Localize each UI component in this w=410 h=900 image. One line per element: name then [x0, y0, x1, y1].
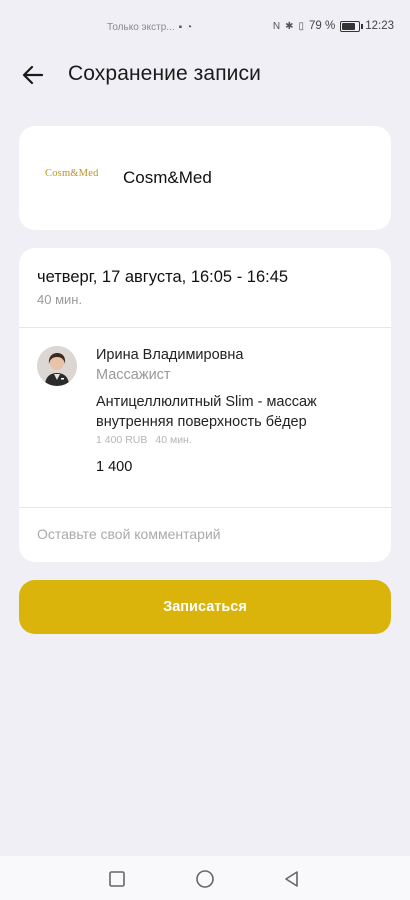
- clock: 12:23: [365, 20, 394, 32]
- circle-icon: [196, 870, 214, 888]
- vibrate-icon: ▯: [298, 20, 304, 32]
- square-icon: [109, 871, 125, 887]
- notification-icon: ▪: [178, 22, 183, 33]
- status-bar: Только экстр... ▪ ◔ N ✱ ▯ 79 % 12:23: [0, 0, 410, 56]
- specialist-name: Ирина Владимировна: [96, 347, 244, 363]
- specialist-photo: [37, 346, 77, 386]
- salon-card[interactable]: Cosm&Med Cosm&Med: [19, 126, 391, 230]
- header: Сохранение записи: [0, 56, 410, 96]
- triangle-back-icon: [285, 871, 298, 887]
- service-meta: 1 400 RUB 40 мин.: [96, 434, 192, 446]
- recent-apps-button[interactable]: [107, 869, 127, 889]
- system-icons: N ✱ ▯ 79 % 12:23: [273, 20, 394, 32]
- page-title: Сохранение записи: [68, 62, 261, 85]
- divider: [19, 507, 391, 508]
- booking-date-time: четверг, 17 августа, 16:05 - 16:45: [37, 268, 289, 286]
- home-button[interactable]: [195, 869, 215, 889]
- service-price: 1 400 RUB: [96, 434, 148, 446]
- book-button[interactable]: Записаться: [19, 580, 391, 634]
- avatar: [37, 346, 77, 386]
- salon-name: Cosm&Med: [123, 168, 212, 187]
- system-navigation-bar: [0, 856, 410, 900]
- nfc-icon: N: [272, 20, 281, 32]
- service-name: Антицеллюлитный Slim - массаж внутренняя…: [96, 394, 317, 430]
- battery-fill: [342, 22, 355, 30]
- battery-percent: 79 %: [309, 20, 336, 32]
- specialist-role: Массажист: [96, 367, 171, 383]
- back-button[interactable]: [20, 62, 46, 88]
- notification-area: Только экстр... ▪ ◔: [107, 22, 192, 33]
- service-duration: 40 мин.: [155, 434, 192, 446]
- service-total: 1 400: [96, 459, 133, 475]
- wifi-off-icon: ◔: [186, 22, 193, 33]
- comment-input[interactable]: [37, 522, 373, 546]
- notification-text: Только экстр...: [107, 22, 175, 33]
- battery-icon: [340, 20, 363, 32]
- arrow-left-icon: [22, 65, 44, 85]
- system-back-button[interactable]: [282, 869, 302, 889]
- divider: [19, 327, 391, 328]
- booking-card: четверг, 17 августа, 16:05 - 16:45 40 ми…: [19, 248, 391, 562]
- bluetooth-icon: ✱: [285, 20, 294, 32]
- salon-logo: Cosm&Med: [45, 168, 99, 179]
- booking-duration: 40 мин.: [37, 292, 83, 307]
